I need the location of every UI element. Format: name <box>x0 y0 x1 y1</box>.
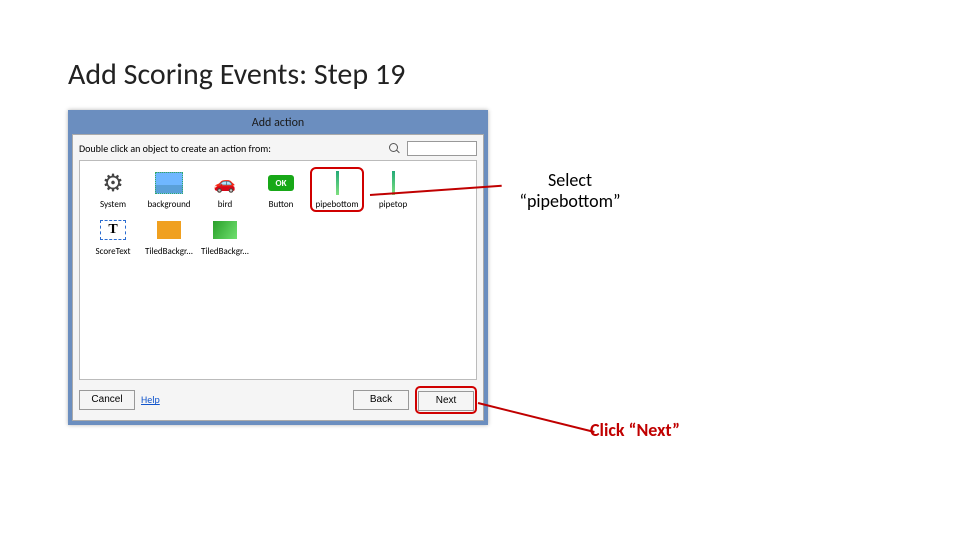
search-icon <box>389 143 401 155</box>
callout-click-next: Click “Next” <box>590 420 680 441</box>
object-background[interactable]: background <box>142 167 196 212</box>
tile-icon <box>209 216 241 244</box>
object-system[interactable]: System <box>86 167 140 212</box>
object-pipetop[interactable]: pipetop <box>366 167 420 212</box>
object-label: background <box>142 199 196 210</box>
object-button[interactable]: OK Button <box>254 167 308 212</box>
object-label: TiledBackgr... <box>198 246 252 257</box>
dialog-footer: Cancel Help Back Next <box>79 380 477 414</box>
leader-line <box>478 402 595 433</box>
add-action-dialog: Add action Double click an object to cre… <box>68 110 488 425</box>
back-button[interactable]: Back <box>353 390 409 410</box>
instruction-text: Double click an object to create an acti… <box>79 142 271 155</box>
background-icon <box>153 169 185 197</box>
next-button[interactable]: Next <box>418 391 474 411</box>
gear-icon <box>97 169 129 197</box>
object-bird[interactable]: bird <box>198 167 252 212</box>
object-tiledbackground-2[interactable]: TiledBackgr... <box>198 214 252 259</box>
bird-icon <box>209 169 241 197</box>
slide-title: Add Scoring Events: Step 19 <box>68 56 405 93</box>
ok-button-icon: OK <box>265 169 297 197</box>
dialog-title: Add action <box>72 114 484 134</box>
dialog-body: Double click an object to create an acti… <box>72 134 484 421</box>
object-label: bird <box>198 199 252 210</box>
object-label: pipetop <box>366 199 420 210</box>
object-tiledbackground-1[interactable]: TiledBackgr... <box>142 214 196 259</box>
object-label: pipebottom <box>314 199 360 210</box>
object-label: Button <box>254 199 308 210</box>
object-label: System <box>86 199 140 210</box>
callout-select-pipebottom: Select “pipebottom” <box>500 170 640 211</box>
objects-pane: System background bird OK Button pipebot… <box>79 160 477 380</box>
object-label: ScoreText <box>86 246 140 257</box>
tile-icon <box>153 216 185 244</box>
instruction-row: Double click an object to create an acti… <box>79 141 477 156</box>
cancel-button[interactable]: Cancel <box>79 390 135 410</box>
next-button-highlight: Next <box>415 386 477 414</box>
pipe-icon <box>321 169 353 197</box>
search-input[interactable] <box>407 141 477 156</box>
object-label: TiledBackgr... <box>142 246 196 257</box>
object-scoretext[interactable]: T ScoreText <box>86 214 140 259</box>
help-link[interactable]: Help <box>141 393 160 406</box>
object-pipebottom[interactable]: pipebottom <box>310 167 364 212</box>
text-icon: T <box>97 216 129 244</box>
